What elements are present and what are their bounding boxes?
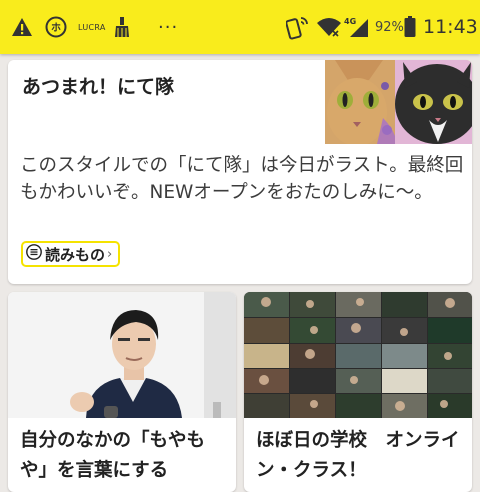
status-bar: ホ LUCRA ··· 4G 92% 11:43 — [0, 0, 480, 54]
signal-4g-icon: 4G — [344, 0, 370, 54]
category-tag-label: 読みもの — [45, 245, 106, 264]
article-title: ほぼ日の学校 オンライン・クラス！ — [256, 430, 460, 481]
featured-article-thumbnail — [325, 60, 472, 146]
chevron-right-icon: › — [107, 246, 113, 262]
clock: 11:43 — [423, 16, 478, 38]
featured-article-card[interactable]: あつまれ！にて隊 このスタイルでの「にて隊」は今日がラスト。最終回もかわいいぞ。… — [8, 60, 472, 284]
svg-text:ホ: ホ — [51, 22, 61, 34]
article-thumbnail-speaker — [8, 292, 236, 418]
article-title: 自分のなかの「もやもや」を言葉にする — [20, 430, 206, 481]
document-list-icon — [26, 244, 42, 264]
overflow-dots-icon: ··· — [158, 16, 179, 38]
article-thumbnail-collage — [244, 292, 472, 418]
warning-icon — [11, 0, 33, 54]
broom-icon — [114, 0, 130, 54]
hotspot-icon — [286, 0, 310, 54]
category-tag-reading[interactable]: 読みもの › — [21, 241, 121, 267]
featured-article-title: あつまれ！にて隊 — [22, 76, 175, 98]
featured-article-description: このスタイルでの「にて隊」は今日がラスト。最終回もかわいいぞ。NEWオープンをお… — [20, 155, 464, 203]
network-type-label: 4G — [344, 17, 356, 26]
battery-icon — [404, 0, 416, 54]
lucra-label: LUCRA — [78, 22, 106, 32]
article-card[interactable]: ほぼ日の学校 オンライン・クラス！ — [244, 292, 472, 492]
lucra-app-icon: LUCRA — [78, 0, 106, 54]
battery-percent: 92% — [375, 19, 404, 35]
wifi-icon — [316, 0, 342, 54]
article-card[interactable]: 自分のなかの「もやもや」を言葉にする — [8, 292, 236, 492]
notification-app-icon: ホ — [45, 0, 67, 54]
